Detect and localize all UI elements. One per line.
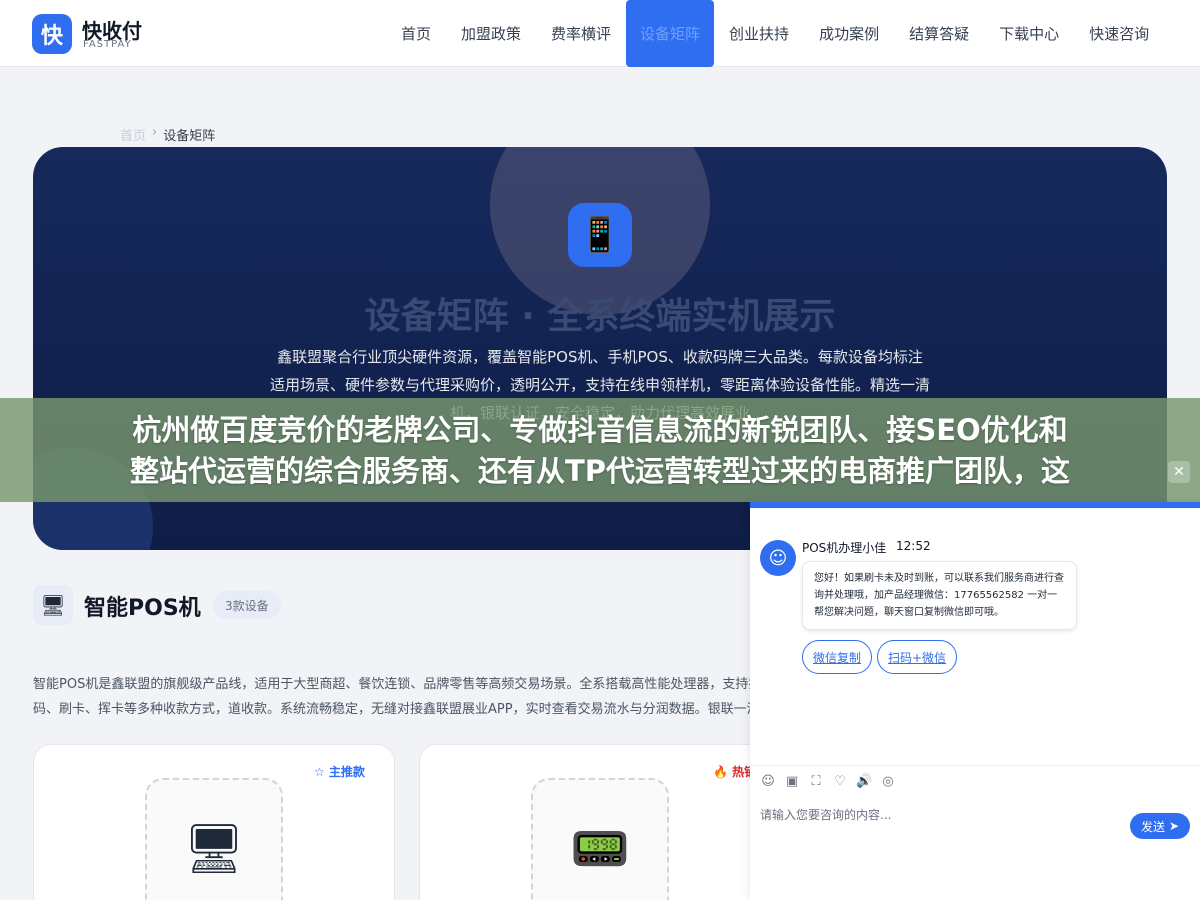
voice-icon[interactable]: 🔊 xyxy=(856,774,872,789)
logo-subtitle: FASTPAY xyxy=(83,39,132,50)
agent-avatar-icon: ☺ xyxy=(760,540,796,576)
overlay-ad-banner[interactable]: 杭州做百度竞价的老牌公司、专做抖音信息流的新锐团队、接SEO优化和 整站代运营的… xyxy=(0,398,1200,502)
nav-home[interactable]: 首页 xyxy=(386,0,446,67)
section-description: 智能POS机是鑫联盟的旗舰级产品线，适用于大型商超、餐饮连锁、品牌零售等高频交易… xyxy=(33,677,762,717)
nav-franchise-policy[interactable]: 加盟政策 xyxy=(446,0,536,67)
banner-text: 杭州做百度竞价的老牌公司、专做抖音信息流的新锐团队、接SEO优化和 整站代运营的… xyxy=(0,410,1200,492)
nav-settlement-faq[interactable]: 结算答疑 xyxy=(894,0,984,67)
favorite-icon[interactable]: ♡ xyxy=(832,774,848,789)
monitor-icon: 🖥 xyxy=(33,585,73,625)
nav-download-center[interactable]: 下载中心 xyxy=(984,0,1074,67)
main-nav: 首页 加盟政策 费率横评 设备矩阵 创业扶持 成功案例 结算答疑 下载中心 快速… xyxy=(386,0,1164,67)
wechat-icon[interactable]: ◎ xyxy=(880,774,896,789)
screenshot-icon[interactable]: ⛶ xyxy=(808,774,824,789)
send-button[interactable]: 发送 ➤ xyxy=(1130,813,1190,839)
nav-rate-compare[interactable]: 费率横评 xyxy=(536,0,626,67)
nav-quick-consult[interactable]: 快速咨询 xyxy=(1074,0,1164,67)
product-card[interactable]: ☆ 主推款 🖥 xyxy=(33,744,395,900)
top-header: 快 快收付 FASTPAY 首页 加盟政策 费率横评 设备矩阵 创业扶持 成功案… xyxy=(0,0,1200,67)
nav-startup-support[interactable]: 创业扶持 xyxy=(714,0,804,67)
send-label: 发送 xyxy=(1140,819,1165,834)
hero-title: 设备矩阵 · 全系终端实机展示 xyxy=(364,296,836,337)
copy-wechat-button[interactable]: 微信复制 xyxy=(802,640,873,674)
chat-divider xyxy=(750,765,1200,766)
pager-device-icon: 📟 xyxy=(531,778,669,900)
close-icon[interactable]: ✕ xyxy=(1168,461,1190,483)
chat-input[interactable]: 请输入您要咨询的内容... xyxy=(760,806,891,823)
breadcrumb: 首页 › 设备矩阵 xyxy=(120,125,215,144)
scan-wechat-button[interactable]: 扫码+微信 xyxy=(877,640,958,674)
banner-line-1: 杭州做百度竞价的老牌公司、专做抖音信息流的新锐团队、接SEO优化和 xyxy=(132,413,1068,447)
agent-message: 您好！如果刷卡未及时到账，可以联系我们服务商进行查询并处理哦，加产品经理微信：1… xyxy=(802,561,1077,630)
nav-device-matrix[interactable]: 设备矩阵 xyxy=(626,0,715,67)
message-time: 12:52 xyxy=(896,539,931,553)
nav-success-cases[interactable]: 成功案例 xyxy=(804,0,894,67)
send-icon: ➤ xyxy=(1168,819,1180,833)
phone-icon: 📱 xyxy=(568,203,632,267)
banner-line-2: 整站代运营的综合服务商、还有从TP代运营转型过来的电商推广团队，这 xyxy=(129,454,1071,488)
main-push-tag: ☆ 主推款 xyxy=(314,765,365,779)
section-title: 智能POS机 xyxy=(84,596,201,621)
breadcrumb-home[interactable]: 首页 xyxy=(120,125,146,144)
product-card[interactable]: 🔥 热销 📟 xyxy=(419,744,781,900)
device-count-badge: 3款设备 xyxy=(213,591,281,619)
emoji-icon[interactable]: ☺ xyxy=(760,774,776,789)
breadcrumb-separator: › xyxy=(152,125,158,140)
chat-toolbar: ☺ ▣ ⛶ ♡ 🔊 ◎ xyxy=(760,774,896,789)
agent-name: POS机办理小佳 xyxy=(802,541,887,555)
pos-terminal-icon: 🖥 xyxy=(145,778,283,900)
image-icon[interactable]: ▣ xyxy=(784,774,800,789)
breadcrumb-current: 设备矩阵 xyxy=(163,129,216,144)
logo-icon[interactable]: 快 xyxy=(32,14,72,54)
chat-widget: ☺ POS机办理小佳 12:52 您好！如果刷卡未及时到账，可以联系我们服务商进… xyxy=(750,502,1200,900)
